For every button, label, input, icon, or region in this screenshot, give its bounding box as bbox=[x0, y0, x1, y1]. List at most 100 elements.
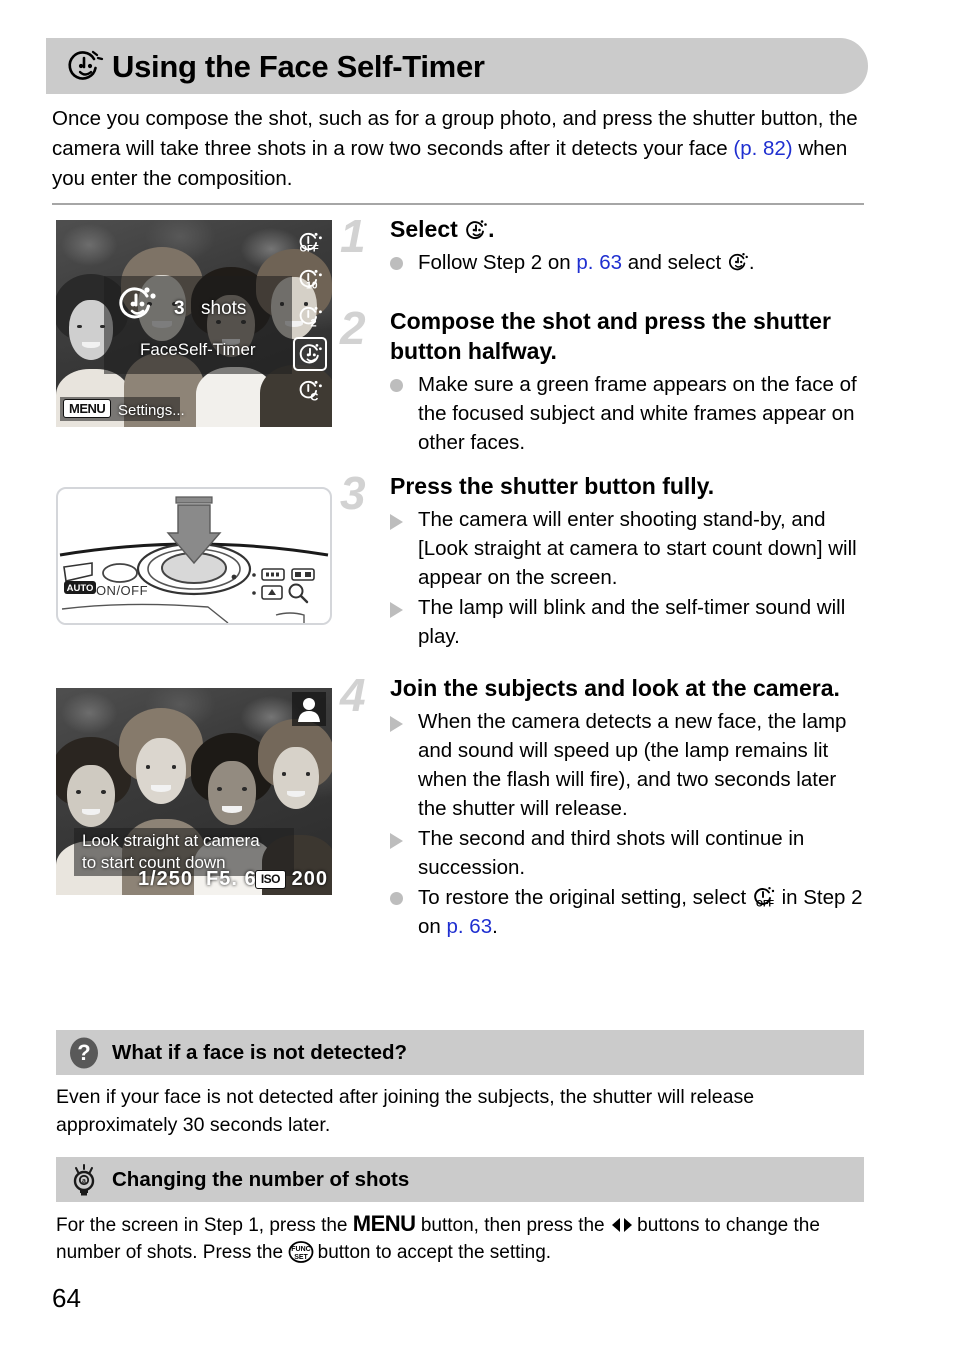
page-reference-link-82[interactable]: (p. 82) bbox=[733, 137, 792, 160]
page-title: Using the Face Self-Timer bbox=[112, 48, 485, 84]
intro-paragraph: Once you compose the shot, such as for a… bbox=[52, 104, 864, 194]
step-3-bullets: The camera will enter shooting stand-by,… bbox=[390, 505, 864, 651]
child-2b bbox=[119, 708, 203, 820]
svg-text:OFF: OFF bbox=[300, 244, 319, 255]
bullet-text: The camera will enter shooting stand-by,… bbox=[418, 508, 857, 589]
callout-header: a Changing the number of shots bbox=[56, 1157, 864, 1202]
bullet-text-post: . bbox=[492, 915, 498, 938]
svg-text:10: 10 bbox=[306, 281, 318, 292]
step-2-bullets: Make sure a green frame appears on the f… bbox=[390, 370, 864, 457]
menu-button-badge: MENU bbox=[63, 399, 112, 418]
svg-text:a: a bbox=[82, 1178, 86, 1185]
bullet-dot-marker bbox=[390, 248, 418, 277]
step-1-heading-period: . bbox=[488, 216, 495, 242]
bullet: To restore the original setting, select … bbox=[390, 883, 864, 941]
step-1: 1 Select . Follow Step 2 on p. 63 and se… bbox=[340, 210, 864, 296]
callout-title: Changing the number of shots bbox=[112, 1167, 410, 1191]
bullet-dot-marker bbox=[390, 370, 418, 457]
page-reference-link-63[interactable]: p. 63 bbox=[576, 251, 622, 274]
bullet-text: Make sure a green frame appears on the f… bbox=[418, 373, 857, 454]
step-4-bullets: When the camera detects a new face, the … bbox=[390, 707, 864, 941]
countdown-message-line1: Look straight at camera bbox=[82, 831, 260, 850]
child-4b bbox=[257, 719, 332, 824]
page-title-bar: Using the Face Self-Timer bbox=[46, 38, 868, 94]
step-4: 4 Join the subjects and look at the came… bbox=[340, 669, 864, 941]
callout-header: ? What if a face is not detected? bbox=[56, 1030, 864, 1075]
menu-button-label: MENU bbox=[352, 1211, 416, 1236]
figure-lcd-countdown: Look straight at camera to start count d… bbox=[56, 688, 332, 895]
aperture-value: F5. 6 bbox=[206, 868, 257, 890]
step-4-heading: Join the subjects and look at the camera… bbox=[390, 675, 840, 701]
lightbulb-icon: a bbox=[68, 1163, 100, 1196]
step-2-heading: Compose the shot and press the shutter b… bbox=[390, 308, 831, 364]
camera-top-diagram: AUTO ON/OFF bbox=[56, 487, 332, 625]
bullet-triangle-marker bbox=[390, 593, 418, 651]
bullet: Make sure a green frame appears on the f… bbox=[390, 370, 864, 457]
person-detected-icon bbox=[295, 695, 323, 723]
step-2-number: 2 bbox=[340, 302, 366, 354]
lcd-screen-countdown: Look straight at camera to start count d… bbox=[56, 688, 332, 895]
bullet-text-mid: and select bbox=[622, 251, 727, 274]
page-reference-link-63[interactable]: p. 63 bbox=[447, 915, 493, 938]
self-timer-option-2sec[interactable]: 2 bbox=[293, 300, 327, 334]
step-1-heading: Select . bbox=[390, 214, 864, 244]
shutter-speed-value: 1/250 bbox=[138, 868, 194, 890]
svg-text:OFF: OFF bbox=[756, 899, 774, 909]
lcd-screen-menu: 3 shots FaceSelf-Timer OFF 10 2 C MENU S… bbox=[56, 220, 332, 427]
bullet-text: Follow Step 2 on p. 63 and select . bbox=[418, 248, 864, 277]
bullet-text: The second and third shots will continue… bbox=[418, 827, 805, 879]
step-2: 2 Compose the shot and press the shutter… bbox=[340, 302, 864, 457]
bullet-text-pre: To restore the original setting, select bbox=[418, 886, 752, 909]
self-timer-option-off[interactable]: OFF bbox=[293, 226, 327, 260]
callout-title: What if a face is not detected? bbox=[112, 1040, 408, 1064]
shots-count-label: shots bbox=[201, 298, 247, 319]
svg-text:SET: SET bbox=[295, 1254, 309, 1261]
bullet: The lamp will blink and the self-timer s… bbox=[390, 593, 864, 651]
step-3-heading: Press the shutter button fully. bbox=[390, 473, 715, 499]
bullet-text: To restore the original setting, select … bbox=[418, 883, 864, 941]
step-1-bullets: Follow Step 2 on p. 63 and select . bbox=[390, 248, 864, 277]
self-timer-option-face-selected[interactable] bbox=[293, 337, 327, 371]
svg-text:ON/OFF: ON/OFF bbox=[96, 583, 148, 598]
self-timer-options-list[interactable]: OFF 10 2 C bbox=[290, 226, 330, 408]
bullet-text-pre: Follow Step 2 on bbox=[418, 251, 577, 274]
svg-text:?: ? bbox=[77, 1040, 90, 1065]
question-mark-icon: ? bbox=[68, 1037, 100, 1069]
bullet: The second and third shots will continue… bbox=[390, 824, 864, 882]
child-3b bbox=[191, 732, 273, 840]
bullet: Follow Step 2 on p. 63 and select . bbox=[390, 248, 864, 277]
callout-body-post: button to accept the setting. bbox=[312, 1242, 552, 1263]
iso-badge: ISO bbox=[254, 870, 286, 889]
bullet-triangle-marker bbox=[390, 824, 418, 882]
shots-count-value: 3 bbox=[174, 298, 185, 319]
step-3: 3 Press the shutter button fully. The ca… bbox=[340, 467, 864, 651]
bullet: When the camera detects a new face, the … bbox=[390, 707, 864, 823]
bullet-dot-marker bbox=[390, 883, 418, 941]
callout-changing-number-of-shots: a Changing the number of shots For the s… bbox=[56, 1157, 864, 1266]
self-timer-large-icon bbox=[114, 282, 158, 326]
self-timer-option-10sec[interactable]: 10 bbox=[293, 263, 327, 297]
bullet: The camera will enter shooting stand-by,… bbox=[390, 505, 864, 592]
svg-text:C: C bbox=[310, 392, 318, 404]
bullet-triangle-marker bbox=[390, 707, 418, 823]
step-1-number: 1 bbox=[340, 210, 366, 262]
step-1-heading-text: Select bbox=[390, 216, 465, 242]
step-4-number: 4 bbox=[340, 669, 366, 721]
callout-face-not-detected: ? What if a face is not detected? Even i… bbox=[56, 1030, 864, 1139]
svg-text:2: 2 bbox=[310, 318, 316, 330]
bullet-text-post: . bbox=[748, 251, 755, 274]
callout-body: Even if your face is not detected after … bbox=[56, 1086, 755, 1136]
figure-lcd-self-timer-menu: 3 shots FaceSelf-Timer OFF 10 2 C MENU S… bbox=[56, 220, 332, 427]
bullet-text: When the camera detects a new face, the … bbox=[418, 710, 847, 820]
steps-list: 1 Select . Follow Step 2 on p. 63 and se… bbox=[340, 210, 864, 942]
page-number: 64 bbox=[52, 1283, 81, 1313]
self-timer-off-icon: OFF bbox=[752, 885, 776, 909]
self-timer-option-custom[interactable]: C bbox=[293, 374, 327, 408]
section-divider bbox=[52, 203, 864, 205]
svg-text:AUTO: AUTO bbox=[67, 583, 94, 594]
menu-hint-label: Settings... bbox=[118, 402, 185, 419]
left-right-buttons-icon bbox=[610, 1215, 632, 1237]
callout-body-pre: For the screen in Step 1, press the bbox=[56, 1215, 353, 1236]
step-3-number: 3 bbox=[340, 467, 366, 519]
svg-text:FUNC: FUNC bbox=[292, 1246, 311, 1253]
